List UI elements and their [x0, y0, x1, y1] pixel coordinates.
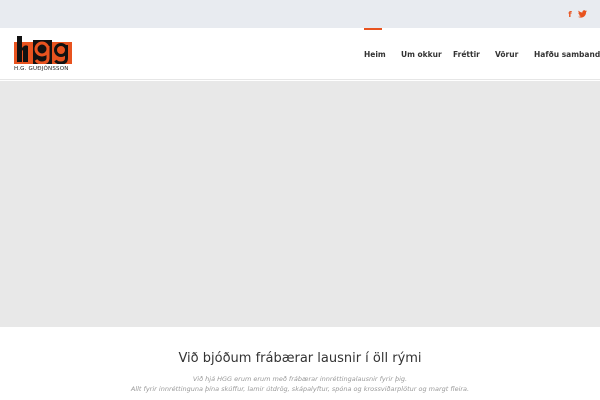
intro-section: Við bjóðum frábærar lausnir í öll rými V… [0, 327, 600, 400]
nav-label-heim: Heim [364, 49, 386, 59]
intro-headline: Við bjóðum frábærar lausnir í öll rými [178, 351, 422, 366]
site-header: H.G. GUÐJÓNSSON Heim Um okkur Fréttir Vö… [0, 28, 600, 80]
nav-label-vorur: Vörur [495, 49, 519, 59]
twitter-icon[interactable] [577, 8, 587, 20]
intro-line-2: Allt fyrir innréttinguna þína skúffur, l… [130, 385, 470, 393]
intro-line-1: Við hjá HGG erum erum með frábærar innré… [192, 375, 408, 383]
nav-item-vorur[interactable]: Vörur [495, 28, 518, 80]
facebook-icon[interactable]: f [565, 8, 575, 20]
facebook-glyph: f [568, 9, 572, 19]
hgg-logo-mark [14, 36, 72, 65]
nav-item-heim[interactable]: Heim [364, 28, 386, 80]
nav-item-hafdu-samband[interactable]: Hafðu samband [534, 28, 600, 80]
logo-tagline: H.G. GUÐJÓNSSON [14, 66, 69, 72]
hero-banner [0, 81, 600, 327]
nav-item-frettir[interactable]: Fréttir [453, 28, 480, 80]
nav-item-um-okkur[interactable]: Um okkur [401, 28, 442, 80]
top-bar: f [0, 0, 600, 28]
nav-label-hafdu-samband: Hafðu samband [534, 49, 600, 59]
nav-label-frettir: Fréttir [453, 49, 480, 59]
nav-label-um-okkur: Um okkur [401, 49, 442, 59]
hgg-logo[interactable]: H.G. GUÐJÓNSSON [14, 36, 74, 76]
twitter-bird-shape [577, 10, 587, 18]
